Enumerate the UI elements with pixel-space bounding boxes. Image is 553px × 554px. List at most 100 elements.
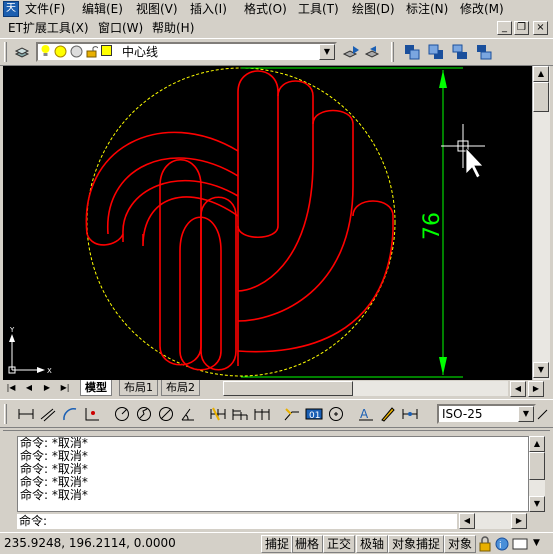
jogged-dimension-icon[interactable] [134,404,154,424]
draw-order-above-icon[interactable] [450,42,470,62]
menu-et-tools[interactable]: ET扩展工具(X) [8,21,89,36]
menu-modify[interactable]: 修改(M) [460,2,504,17]
arrowhead-top-icon [439,70,447,88]
layer-on-icon [40,44,51,61]
toolbar-grip[interactable] [391,42,394,62]
draw-order-under-icon[interactable] [474,42,494,62]
toolbar-grip[interactable] [4,42,7,62]
tolerance-icon[interactable]: 01 [304,404,324,424]
menu-insert[interactable]: 插入(I) [190,2,227,17]
menu-help[interactable]: 帮助(H) [152,21,194,36]
layer-manager-icon[interactable] [12,42,32,62]
draw-order-back-icon[interactable] [426,42,446,62]
angular-dimension-icon[interactable] [178,404,198,424]
menu-window[interactable]: 窗口(W) [98,21,143,36]
restore-button[interactable]: ❐ [514,21,529,35]
svg-text:i: i [499,541,502,551]
logo-arc-3 [122,179,239,235]
tab-first-icon[interactable]: |◀ [5,381,17,395]
command-input[interactable]: 命令: [17,514,457,529]
draw-order-front-icon[interactable] [402,42,422,62]
baseline-dimension-icon[interactable] [230,404,250,424]
menu-view[interactable]: 视图(V) [136,2,178,17]
dimension-toolbar: 01 A ISO-25 ▼ [0,399,553,428]
grid-toggle[interactable]: 栅格 [291,535,324,553]
minimize-button[interactable]: _ [497,21,512,35]
menu-dimension[interactable]: 标注(N) [406,2,448,17]
ortho-toggle[interactable]: 正交 [323,535,356,553]
menu-tools[interactable]: 工具(T) [298,2,339,17]
menu-bar: 天 文件(F) 编辑(E) 视图(V) 插入(I) 格式(O) 工具(T) 绘图… [0,0,553,19]
scroll-down-icon[interactable]: ▼ [533,362,549,378]
layer-dropdown[interactable]: 中心线 ▼ [36,42,337,62]
layer-freeze-icon [54,45,67,61]
dimension-text: 76 [420,212,445,240]
status-menu-chevron-icon[interactable]: ▼ [533,538,540,548]
qleader-icon[interactable] [282,404,302,424]
snap-toggle[interactable]: 捕捉 [261,535,294,553]
menu-file[interactable]: 文件(F) [25,2,65,17]
toolbar-grip[interactable] [4,404,7,424]
chevron-down-icon[interactable]: ▼ [518,406,534,422]
diameter-dimension-icon[interactable] [156,404,176,424]
arc-length-icon[interactable] [60,404,80,424]
make-layer-current-icon[interactable] [341,42,361,62]
osnap-toggle[interactable]: 对象捕捉 [388,535,445,553]
dimension-style-icon[interactable] [536,404,552,424]
svg-text:A: A [360,407,369,421]
app-icon[interactable]: 天 [3,1,19,17]
scroll-right-icon[interactable]: ▶ [511,513,527,529]
scroll-up-icon[interactable]: ▲ [529,436,545,452]
aligned-dimension-icon[interactable] [38,404,58,424]
tab-prev-icon[interactable]: ◀ [23,381,35,395]
clean-screen-icon[interactable] [512,536,528,554]
center-mark-icon[interactable] [326,404,346,424]
drawing-area[interactable]: 76 Y X [3,66,532,380]
scroll-up-icon[interactable]: ▲ [533,66,549,82]
history-scrollbar[interactable]: ▲ ▼ [529,436,545,512]
linear-dimension-icon[interactable] [16,404,36,424]
communication-center-icon[interactable]: i [494,536,510,554]
history-line: 命令: *取消* [20,436,88,450]
horizontal-scrollbar[interactable] [223,381,508,396]
scroll-down-icon[interactable]: ▼ [529,496,545,512]
quick-dimension-icon[interactable] [208,404,228,424]
toolbar-lock-icon[interactable] [478,536,492,554]
menu-bar-row2: ET扩展工具(X) 窗口(W) 帮助(H) _ ❐ × [0,19,553,38]
scroll-left-icon[interactable]: ◀ [510,381,526,397]
tab-layout1[interactable]: 布局1 [119,380,158,396]
logo-arc-r1 [237,80,314,292]
layer-previous-icon[interactable] [363,42,383,62]
dimension-style-dropdown[interactable]: ISO-25 ▼ [437,404,536,424]
scroll-right-icon[interactable]: ▶ [528,381,544,397]
dimension-update-icon[interactable] [400,404,420,424]
scroll-thumb[interactable] [533,82,549,112]
continue-dimension-icon[interactable] [252,404,272,424]
tab-model[interactable]: 模型 [80,380,112,396]
menu-format[interactable]: 格式(O) [244,2,287,17]
logo-arc-tip-1 [86,233,124,246]
ordinate-dimension-icon[interactable] [82,404,102,424]
status-bar: 235.9248, 196.2114, 0.0000 捕捉 栅格 正交 极轴 对… [0,532,553,554]
menu-edit[interactable]: 编辑(E) [82,2,123,17]
h-scroll-thumb[interactable] [223,381,353,396]
vertical-scrollbar[interactable]: ▲ ▼ [532,66,550,380]
dimension-text-edit-icon[interactable] [378,404,398,424]
tab-last-icon[interactable]: ▶| [59,381,71,395]
otrack-toggle[interactable]: 对象 [444,535,477,553]
radius-dimension-icon[interactable] [112,404,132,424]
layer-color-icon [101,45,113,60]
logo-arc-r2 [237,109,354,322]
tab-layout2[interactable]: 布局2 [161,380,200,396]
layers-toolbar: 中心线 ▼ [0,38,553,66]
menu-draw[interactable]: 绘图(D) [352,2,395,17]
scroll-left-icon[interactable]: ◀ [459,513,475,529]
chevron-down-icon[interactable]: ▼ [319,44,335,60]
polar-toggle[interactable]: 极轴 [356,535,389,553]
command-hscroll[interactable] [475,513,511,529]
tab-next-icon[interactable]: ▶ [41,381,53,395]
history-scroll-thumb[interactable] [529,452,545,480]
dimension-edit-icon[interactable]: A [356,404,376,424]
close-button[interactable]: × [533,21,548,35]
history-line: 命令: *取消* [20,488,88,502]
